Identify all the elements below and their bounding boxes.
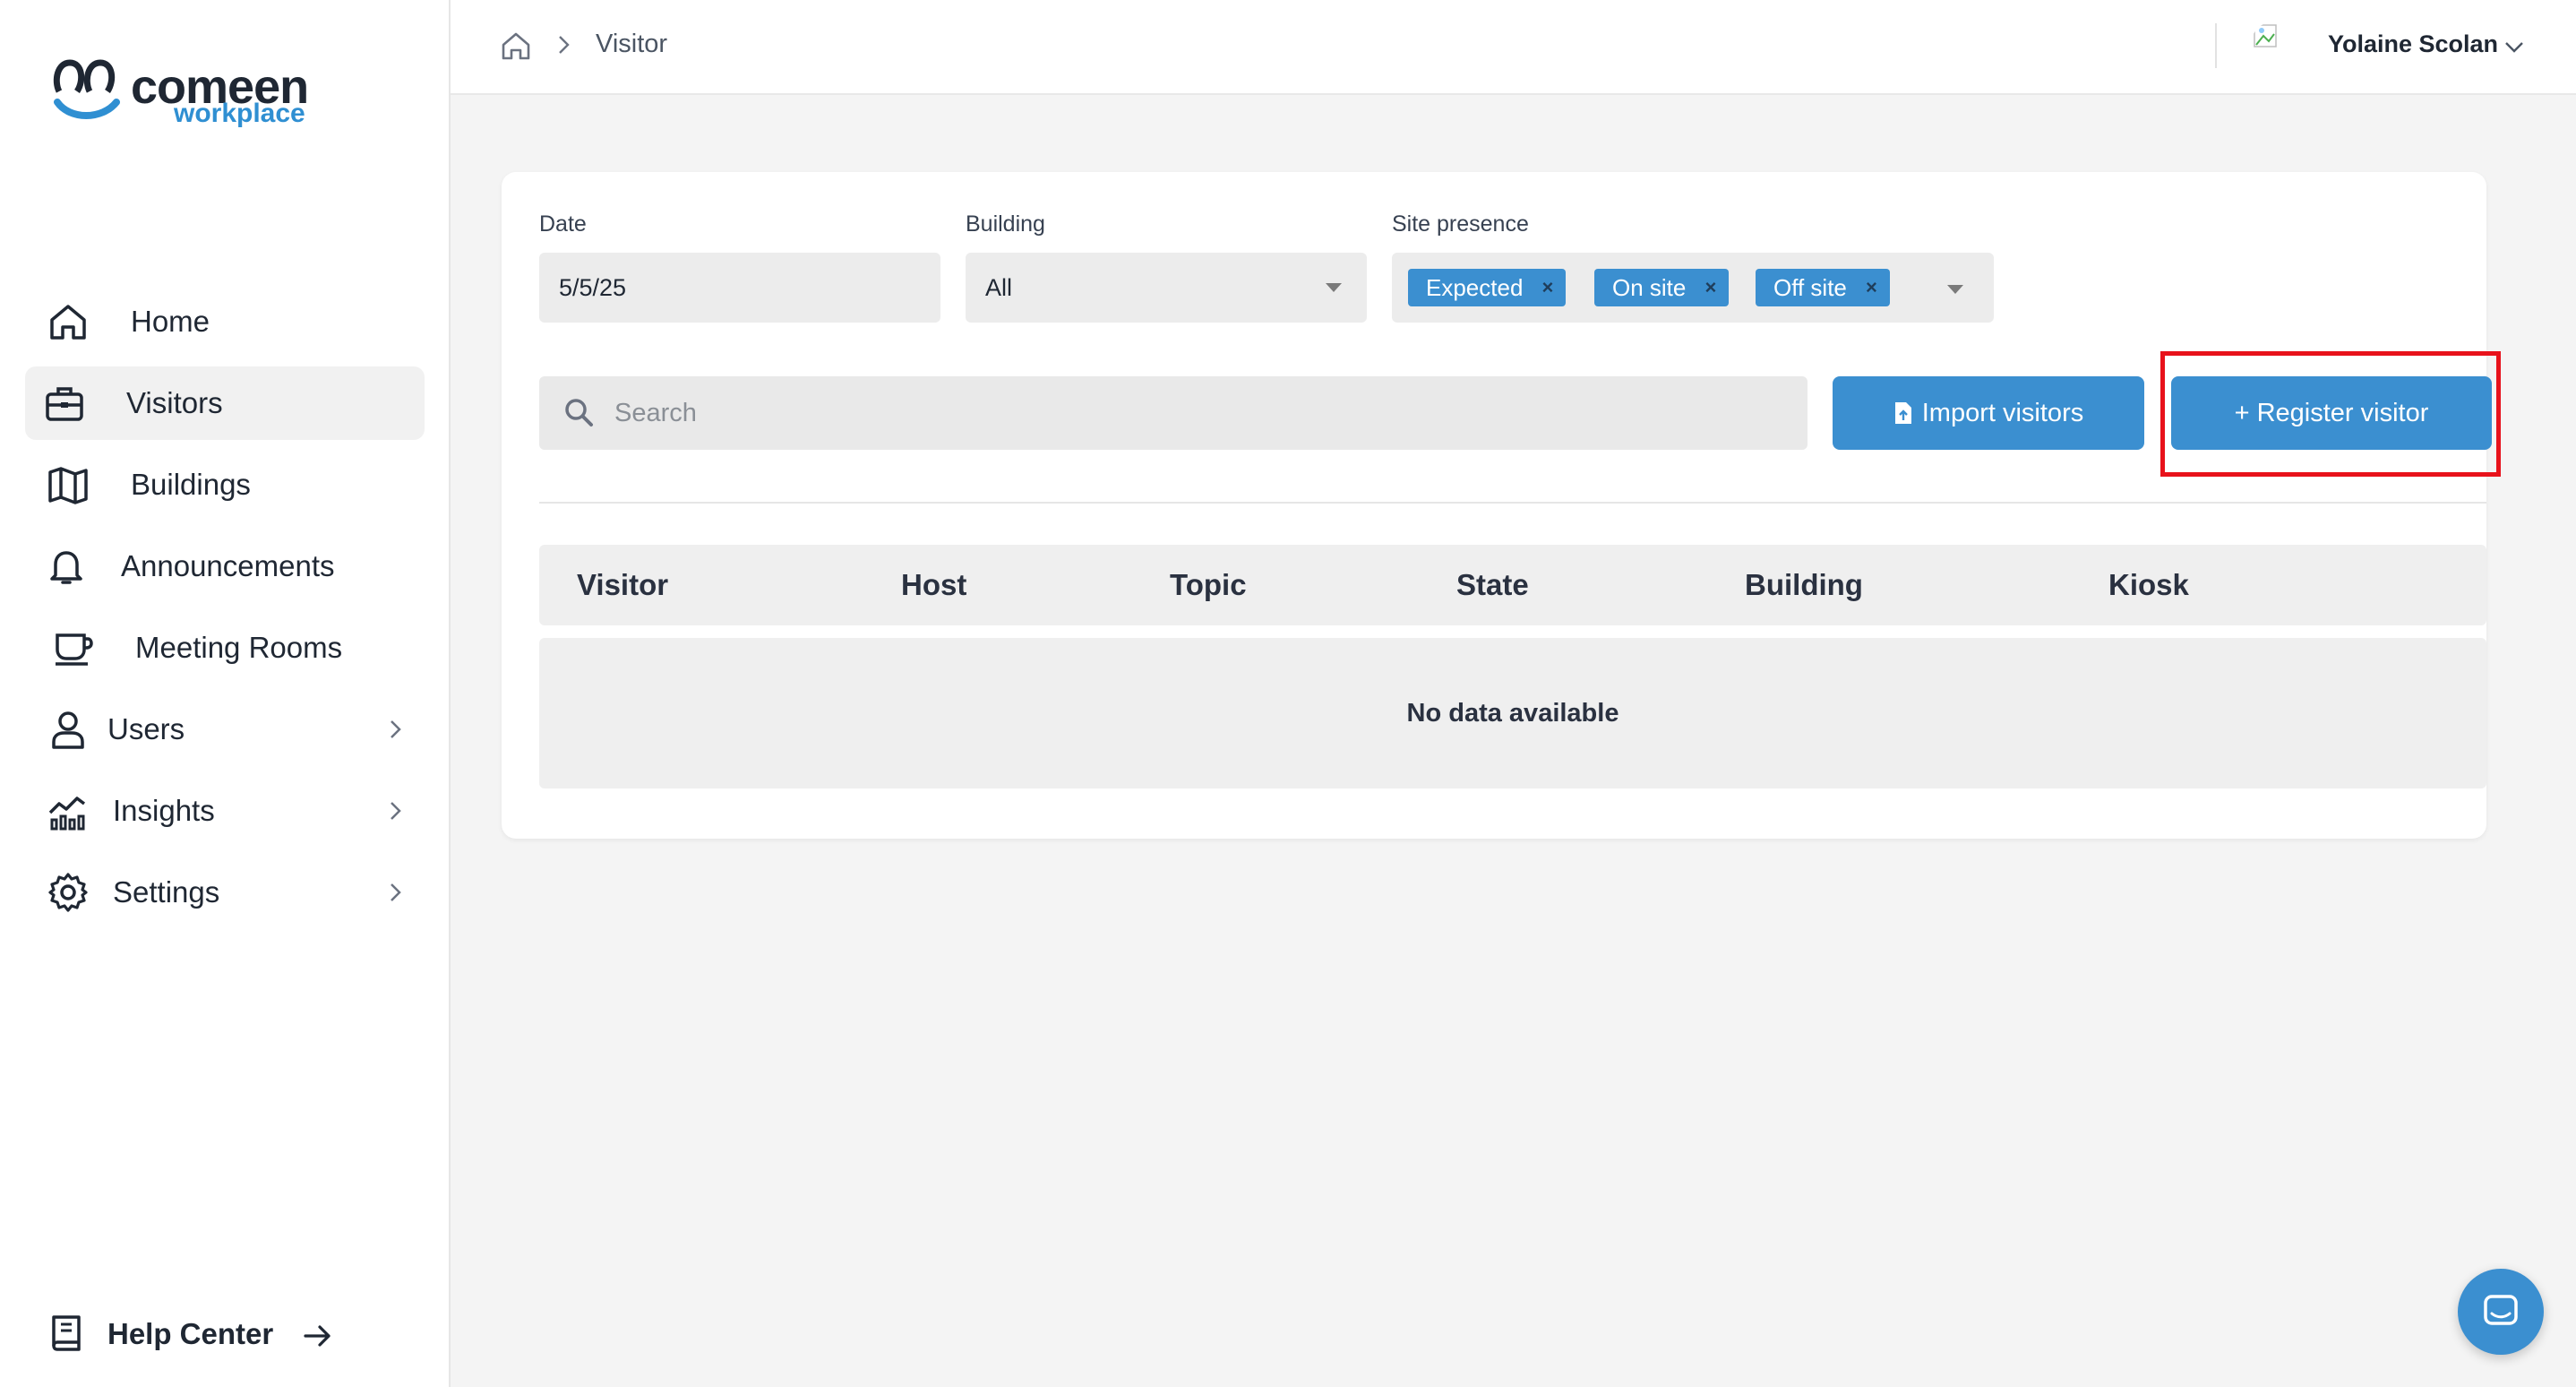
chip-label: Expected: [1426, 274, 1524, 301]
search-input[interactable]: [614, 376, 1779, 450]
sidebar-item-label: Visitors: [126, 386, 223, 419]
sidebar-item-label: Meeting Rooms: [135, 631, 343, 664]
breadcrumb-current: Visitor: [596, 30, 668, 58]
avatar[interactable]: [2251, 22, 2297, 68]
breadcrumb-chevron-icon: [559, 36, 570, 54]
sidebar-item-label: Home: [131, 305, 210, 338]
sidebar-item-label: Insights: [113, 794, 215, 827]
coffee-cup-icon: [56, 633, 93, 666]
search-bar[interactable]: [539, 376, 1807, 450]
table-header: Visitor Host Topic State Building Kiosk: [539, 545, 2486, 625]
date-value: 5/5/25: [559, 274, 627, 301]
column-topic[interactable]: Topic: [1170, 568, 1247, 602]
building-value: All: [985, 274, 1013, 301]
comeen-logo[interactable]: comeen workplace: [52, 56, 321, 136]
sidebar-item-home[interactable]: Home: [25, 285, 425, 358]
divider: [539, 502, 2486, 504]
sidebar-item-visitors[interactable]: Visitors: [25, 366, 425, 440]
column-state[interactable]: State: [1456, 568, 1529, 602]
chat-launcher-button[interactable]: [2458, 1269, 2544, 1355]
bell-icon: [50, 551, 82, 584]
search-icon: [565, 399, 593, 426]
chevron-right-icon: [391, 883, 401, 901]
chevron-right-icon: [391, 802, 401, 820]
sidebar-nav: Home Visitors Buildings Announcements Me…: [25, 285, 425, 937]
highlight-box: [2160, 351, 2501, 477]
site-presence-label: Site presence: [1392, 211, 1529, 237]
chip-off-site[interactable]: Off site ×: [1756, 269, 1890, 306]
chevron-down-icon[interactable]: [2502, 34, 2527, 59]
help-center-link[interactable]: Help Center: [48, 1310, 344, 1358]
import-visitors-button[interactable]: Import visitors: [1833, 376, 2144, 450]
gear-icon: [48, 873, 88, 912]
sidebar-item-settings[interactable]: Settings: [25, 856, 425, 929]
column-building[interactable]: Building: [1745, 568, 1863, 602]
sidebar-item-announcements[interactable]: Announcements: [25, 530, 425, 603]
header-divider: [2215, 23, 2217, 68]
user-name[interactable]: Yolaine Scolan: [2328, 30, 2498, 58]
visitors-card: Date 5/5/25 Building All Site presence E…: [502, 172, 2501, 839]
file-upload-icon: [1893, 401, 1913, 426]
brand-product: workplace: [174, 99, 305, 128]
caret-down-icon[interactable]: [1947, 285, 1963, 294]
briefcase-icon: [46, 387, 83, 421]
site-presence-select[interactable]: Expected × On site × Off site ×: [1392, 253, 1994, 323]
column-visitor[interactable]: Visitor: [577, 568, 668, 602]
chat-icon: [2484, 1295, 2518, 1325]
column-host[interactable]: Host: [901, 568, 966, 602]
chip-on-site[interactable]: On site ×: [1594, 269, 1730, 306]
import-visitors-label: Import visitors: [1921, 398, 2084, 427]
chip-remove-icon[interactable]: ×: [1866, 269, 1877, 306]
chip-remove-icon[interactable]: ×: [1542, 269, 1554, 306]
arrow-right-icon: [304, 1325, 331, 1347]
sidebar-item-insights[interactable]: Insights: [25, 774, 425, 848]
chip-label: On site: [1612, 274, 1687, 301]
home-icon: [50, 305, 86, 340]
caret-down-icon: [1326, 283, 1342, 292]
building-select[interactable]: All: [966, 253, 1367, 323]
sidebar-item-label: Announcements: [121, 549, 335, 582]
table-empty-state: No data available: [539, 638, 2486, 788]
empty-message: No data available: [1406, 699, 1619, 728]
book-icon: [52, 1315, 81, 1351]
comeen-logo-icon: [53, 59, 120, 119]
chevron-right-icon: [391, 720, 401, 738]
sidebar-item-users[interactable]: Users: [25, 693, 425, 766]
sidebar-item-label: Buildings: [131, 468, 251, 501]
breadcrumb-home-icon[interactable]: [499, 29, 533, 63]
building-label: Building: [966, 211, 1045, 237]
top-header: Visitor Yolaine Scolan: [451, 0, 2576, 95]
help-center-label: Help Center: [107, 1317, 274, 1350]
date-label: Date: [539, 211, 587, 237]
chip-remove-icon[interactable]: ×: [1705, 269, 1717, 306]
sidebar: comeen workplace Home Visitors Buildings: [0, 0, 451, 1387]
sidebar-item-meeting-rooms[interactable]: Meeting Rooms: [25, 611, 425, 685]
broken-image-icon: [2254, 24, 2277, 47]
sidebar-item-label: Settings: [113, 875, 220, 909]
chip-expected[interactable]: Expected ×: [1408, 269, 1567, 306]
sidebar-item-label: Users: [107, 712, 185, 745]
date-field[interactable]: 5/5/25: [539, 253, 940, 323]
chip-label: Off site: [1773, 274, 1847, 301]
chart-icon: [48, 797, 86, 831]
column-kiosk[interactable]: Kiosk: [2108, 568, 2189, 602]
user-icon: [52, 711, 84, 749]
map-icon: [48, 467, 88, 504]
sidebar-item-buildings[interactable]: Buildings: [25, 448, 425, 521]
